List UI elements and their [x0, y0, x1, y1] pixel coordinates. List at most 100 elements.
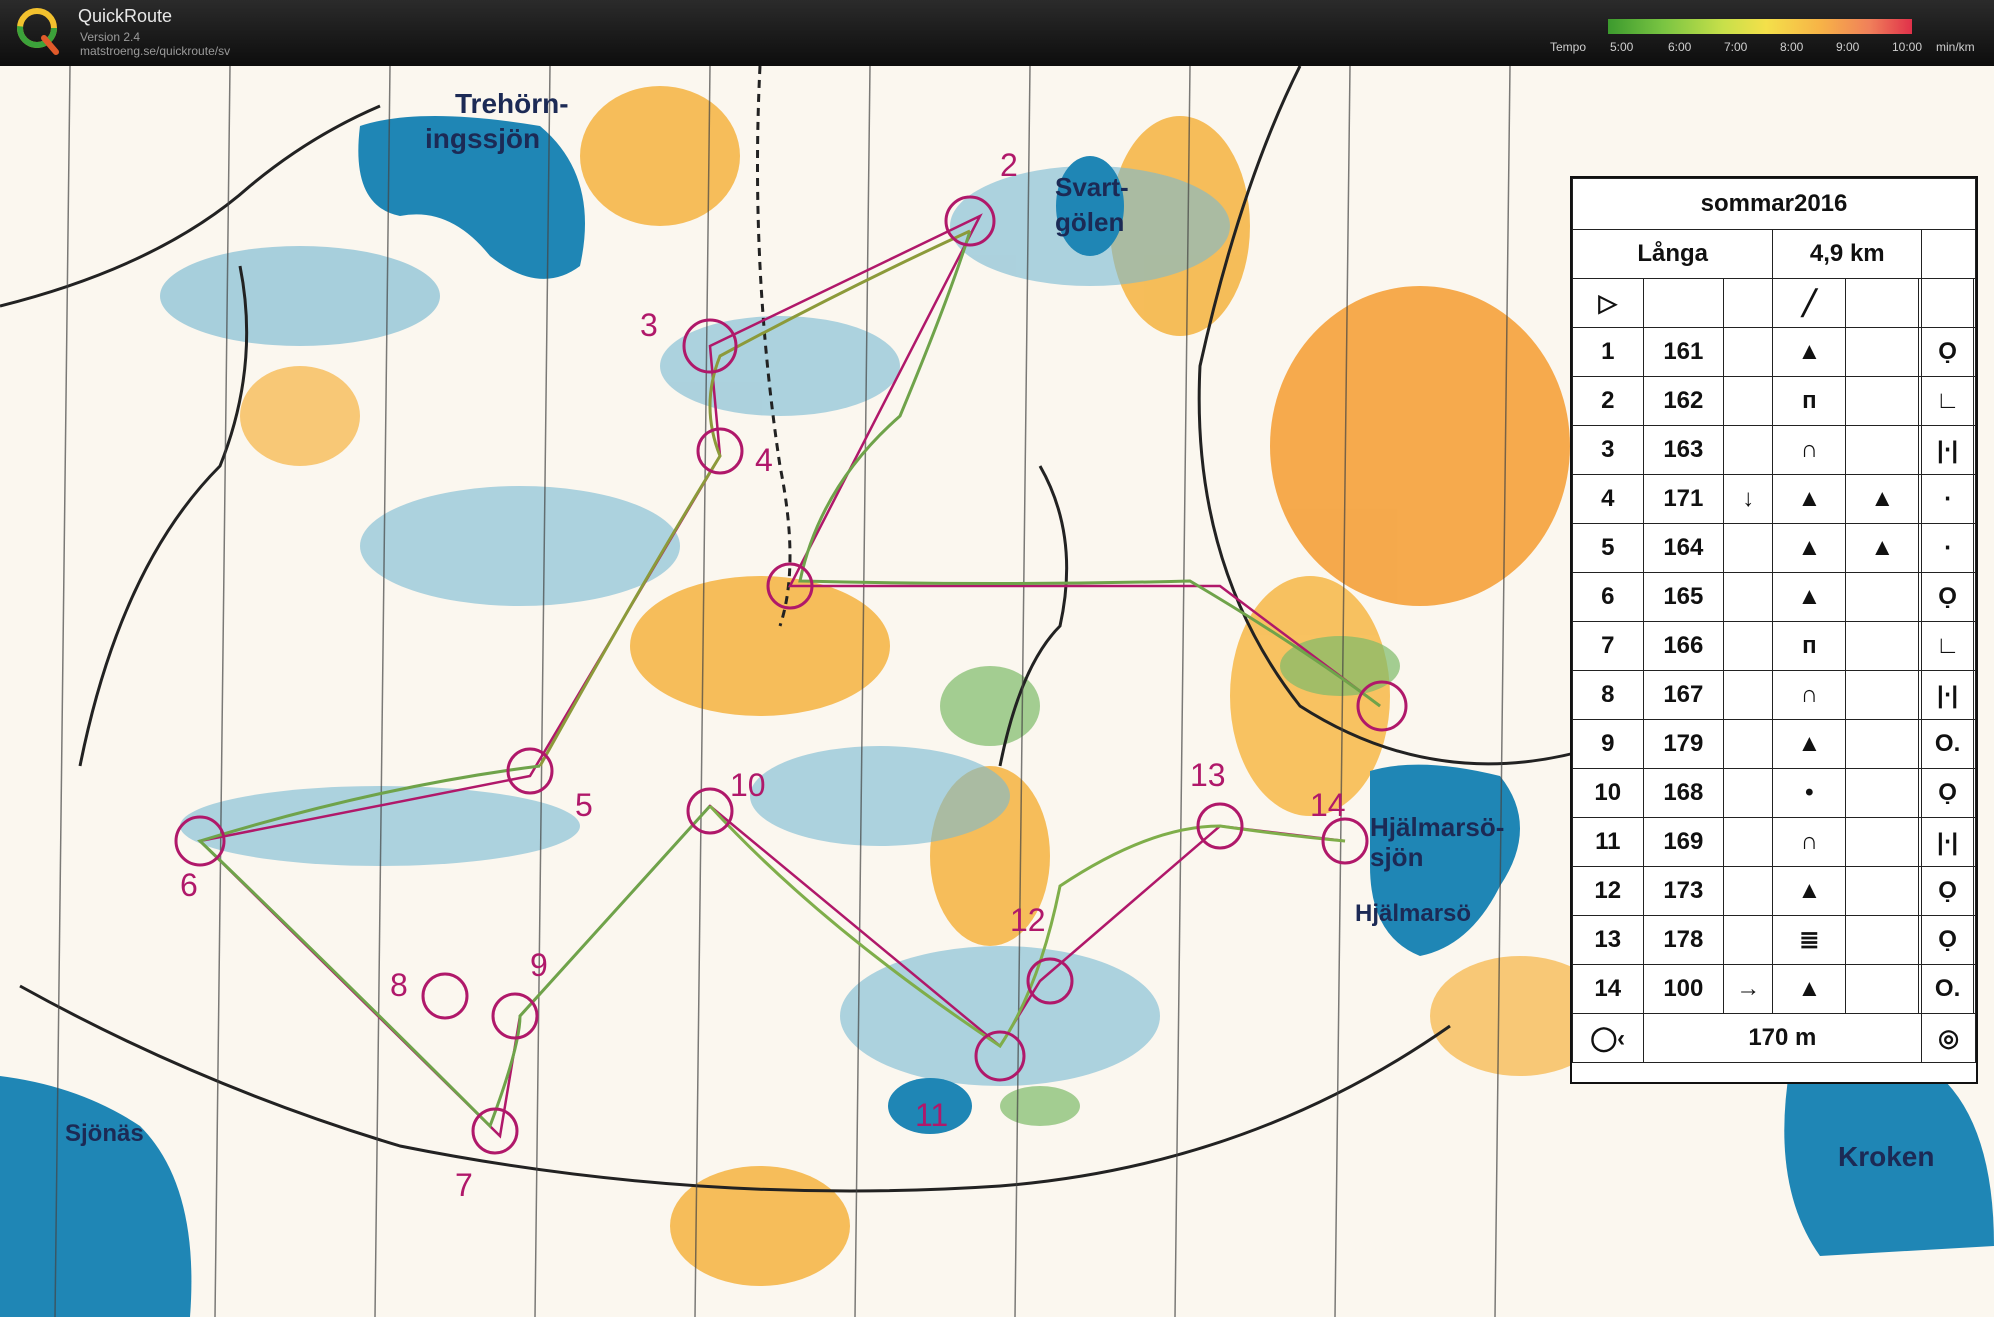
description-row: 2 162 ᴨ ∟	[1572, 376, 1977, 426]
control-feature-symbol: ∩	[1772, 817, 1847, 867]
control-number: 13	[1190, 757, 1226, 793]
control-code: 171	[1642, 474, 1725, 524]
control-code: 163	[1642, 425, 1725, 475]
control-number: 11	[915, 1097, 948, 1133]
control-feature-symbol: ▲	[1772, 964, 1847, 1014]
control-code: 168	[1642, 768, 1725, 818]
tempo-tick: 9:00	[1836, 40, 1860, 54]
control-which-feature	[1723, 670, 1774, 720]
description-row: 5 164 ▲ ▲ ⋅	[1572, 523, 1977, 573]
control-feature-detail	[1845, 817, 1920, 867]
control-feature-detail	[1845, 376, 1920, 426]
control-which-feature	[1723, 915, 1774, 965]
control-feature-detail	[1845, 572, 1920, 622]
control-location-symbol: Ọ	[1921, 572, 1974, 622]
description-rows: 1 161 ▲ Ọ 2 162 ᴨ ∟ 3 163 ∩ |⋅| 4 171 ↓ ▲ ▲ ⋅ 5 164 ▲ ▲ ⋅ 6 165 ▲…	[1572, 327, 1977, 1014]
control-location-symbol: ∟	[1921, 376, 1974, 426]
control-seq: 12	[1572, 866, 1644, 916]
description-row: 7 166 ᴨ ∟	[1572, 621, 1977, 671]
control-location-symbol: O.	[1921, 719, 1974, 769]
tempo-tick: 10:00	[1892, 40, 1923, 54]
label-svartgolen: Svart-	[1055, 172, 1129, 202]
control-feature-symbol: ∩	[1772, 670, 1847, 720]
control-10	[686, 787, 734, 835]
finish-distance: 170 m	[1642, 1013, 1923, 1063]
lake-sjonas	[0, 1076, 192, 1317]
control-location-symbol: ∟	[1921, 621, 1974, 671]
control-code: 166	[1642, 621, 1725, 671]
control-feature-symbol: ▲	[1772, 523, 1847, 573]
control-feature-detail	[1845, 866, 1920, 916]
control-number: 4	[755, 442, 773, 478]
control-feature-symbol: ᴨ	[1772, 376, 1847, 426]
description-row: 6 165 ▲ Ọ	[1572, 572, 1977, 622]
tempo-tick: 6:00	[1668, 40, 1692, 54]
control-code: 161	[1642, 327, 1725, 377]
label-kroken: Kroken	[1838, 1141, 1934, 1172]
control-feature-detail	[1845, 768, 1920, 818]
control-number: 12	[1010, 902, 1046, 938]
control-seq: 4	[1572, 474, 1644, 524]
control-location-symbol: Ọ	[1921, 866, 1974, 916]
control-feature-detail: ▲	[1845, 523, 1920, 573]
control-which-feature	[1723, 376, 1774, 426]
tempo-color-scale	[1608, 19, 1912, 34]
lake-svartgolen	[1056, 156, 1124, 256]
tempo-tick: 5:00	[1610, 40, 1634, 54]
control-feature-symbol: ▲	[1772, 572, 1847, 622]
description-row: 13 178 ≣ Ọ	[1572, 915, 1977, 965]
control-which-feature	[1723, 719, 1774, 769]
label-trehorningssjon-2: ingssjön	[425, 123, 540, 154]
description-row: 1 161 ▲ Ọ	[1572, 327, 1977, 377]
control-which-feature	[1723, 523, 1774, 573]
app-url: matstroeng.se/quickroute/sv	[80, 44, 231, 58]
control-description-card: sommar2016 Långa 4,9 km ▷ ╱ 1 161 ▲ Ọ 2 162 ᴨ ∟…	[1570, 176, 1978, 1084]
app-header: QuickRoute Version 2.4 matstroeng.se/qui…	[0, 0, 1994, 66]
control-seq: 7	[1572, 621, 1644, 671]
control-seq: 1	[1572, 327, 1644, 377]
start-triangle-icon: ▷	[1572, 278, 1644, 328]
control-code: 178	[1642, 915, 1725, 965]
label-svartgolen-2: gölen	[1055, 207, 1124, 237]
control-which-feature	[1723, 866, 1774, 916]
control-location-symbol: Ọ	[1921, 327, 1974, 377]
tempo-label: Tempo	[1550, 40, 1587, 54]
start-symbol-icon: ╱	[1772, 278, 1847, 328]
control-number: 8	[390, 967, 408, 1003]
control-seq: 10	[1572, 768, 1644, 818]
control-seq: 13	[1572, 915, 1644, 965]
control-seq: 3	[1572, 425, 1644, 475]
control-location-symbol: |⋅|	[1921, 670, 1974, 720]
control-feature-detail	[1845, 964, 1920, 1014]
control-number: 9	[530, 947, 548, 983]
app-version: Version 2.4	[80, 30, 141, 44]
control-feature-symbol: ▲	[1772, 474, 1847, 524]
label-sjonas: Sjönäs	[65, 1120, 144, 1147]
control-which-feature	[1723, 572, 1774, 622]
control-location-symbol: ⋅	[1921, 523, 1974, 573]
control-which-feature	[1723, 817, 1774, 867]
control-seq: 2	[1572, 376, 1644, 426]
orienteering-map[interactable]: 2 3 4 5 6 7 8 9 10 11 12 13 14 Trehörn- …	[0, 66, 1994, 1317]
control-code: 173	[1642, 866, 1725, 916]
control-number: 7	[455, 1167, 473, 1203]
control-9	[491, 992, 539, 1040]
app-title: QuickRoute	[78, 6, 173, 26]
control-feature-symbol: ▲	[1772, 327, 1847, 377]
course-name: Långa	[1571, 229, 1774, 279]
control-feature-detail	[1845, 327, 1920, 377]
control-number: 6	[180, 867, 198, 903]
finish-icon: ◎	[1921, 1013, 1976, 1063]
control-code: 179	[1642, 719, 1725, 769]
control-which-feature	[1723, 327, 1774, 377]
control-location-symbol: Ọ	[1921, 768, 1974, 818]
control-feature-symbol: ᴨ	[1772, 621, 1847, 671]
control-which-feature	[1723, 425, 1774, 475]
control-number: 5	[575, 787, 593, 823]
control-feature-detail	[1845, 621, 1920, 671]
control-location-symbol: |⋅|	[1921, 425, 1974, 475]
label-trehorningssjon: Trehörn-	[455, 88, 569, 119]
description-row: 4 171 ↓ ▲ ▲ ⋅	[1572, 474, 1977, 524]
label-hjalmarsosjon-2: sjön	[1370, 842, 1423, 872]
control-feature-symbol: ▲	[1772, 719, 1847, 769]
